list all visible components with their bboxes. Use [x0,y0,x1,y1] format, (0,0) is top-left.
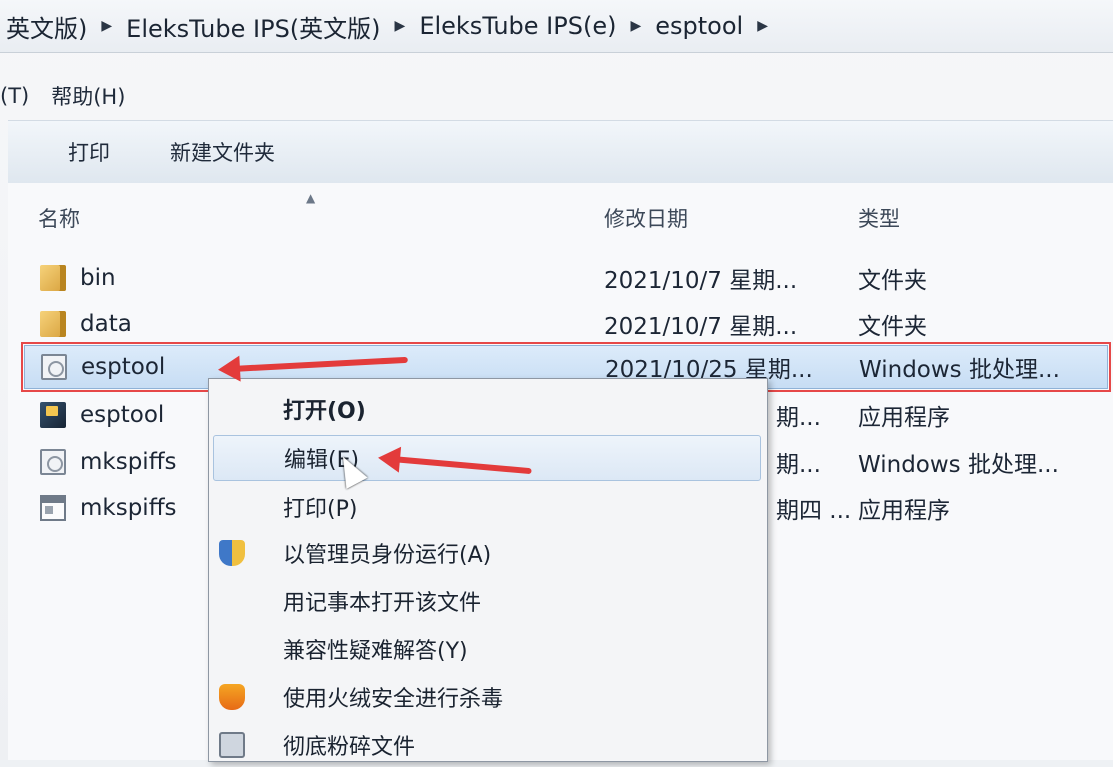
menu-tools[interactable]: (T) [0,84,51,108]
breadcrumb[interactable]: 英文版) ▶ EleksTube IPS(英文版) ▶ EleksTube IP… [0,0,1113,53]
new-folder-button[interactable]: 新建文件夹 [140,137,305,167]
context-print[interactable]: 打印(P) [209,485,765,529]
file-name: mkspiffs [80,495,177,521]
uac-shield-icon [219,540,245,566]
sort-ascending-icon: ▲ [306,191,316,205]
file-name: esptool [80,402,165,428]
column-header-type[interactable]: 类型 [858,203,900,233]
file-date: 期... [776,405,821,431]
context-item-label: 用记事本打开该文件 [283,591,482,616]
file-type: 文件夹 [858,314,927,340]
context-open[interactable]: 打开(O) [209,387,765,431]
context-shred[interactable]: 彻底粉碎文件 [209,723,765,767]
context-item-label: 打开(O) [283,399,366,424]
file-date: 期四 ... [776,498,852,524]
file-type: Windows 批处理... [859,357,1060,383]
context-item-label: 使用火绒安全进行杀毒 [283,687,504,712]
column-header-date[interactable]: 修改日期 [604,203,688,233]
context-menu: 打开(O) 编辑(E) 打印(P) 以管理员身份运行(A) 用记事本打开该文件 … [208,378,768,762]
chevron-right-icon[interactable]: ▶ [622,18,649,34]
file-row[interactable]: bin 2021/10/7 星期... 文件夹 [34,257,1113,299]
context-item-label: 打印(P) [283,497,358,522]
context-edit[interactable]: 编辑(E) [213,435,761,481]
file-row[interactable]: data 2021/10/7 星期... 文件夹 [34,303,1113,345]
folder-icon [40,311,66,337]
file-type: 应用程序 [858,498,950,524]
exe-icon [40,402,66,428]
command-toolbar: 打印 新建文件夹 [8,120,1113,184]
context-open-notepad[interactable]: 用记事本打开该文件 [209,579,765,623]
file-date: 2021/10/7 星期... [604,268,798,294]
menu-bar: (T) 帮助(H) [0,68,1113,124]
context-item-label: 兼容性疑难解答(Y) [283,639,468,664]
breadcrumb-item[interactable]: 英文版) [0,9,93,44]
context-huorong-scan[interactable]: 使用火绒安全进行杀毒 [209,675,765,719]
column-header-name[interactable]: 名称 [38,203,80,233]
chevron-right-icon[interactable]: ▶ [749,18,776,34]
chevron-right-icon[interactable]: ▶ [387,18,414,34]
breadcrumb-item[interactable]: esptool [649,12,749,40]
folder-icon [40,265,66,291]
print-button[interactable]: 打印 [8,137,140,167]
menu-help[interactable]: 帮助(H) [51,81,147,111]
file-type: Windows 批处理... [858,452,1059,478]
file-name: mkspiffs [80,449,177,475]
context-item-label: 以管理员身份运行(A) [283,543,492,568]
context-item-label: 彻底粉碎文件 [283,735,416,760]
file-type: 应用程序 [858,405,950,431]
breadcrumb-item[interactable]: EleksTube IPS(e) [413,12,622,40]
file-name: esptool [81,354,166,380]
batch-file-icon [41,354,67,380]
context-run-as-admin[interactable]: 以管理员身份运行(A) [209,531,765,575]
file-date: 期... [776,452,821,478]
file-name: bin [80,265,116,291]
shredder-icon [219,732,245,758]
context-compat-troubleshoot[interactable]: 兼容性疑难解答(Y) [209,627,765,671]
file-name: data [80,311,132,337]
batch-file-icon [40,449,66,475]
breadcrumb-item[interactable]: EleksTube IPS(英文版) [120,9,386,44]
file-type: 文件夹 [858,268,927,294]
chevron-right-icon[interactable]: ▶ [93,18,120,34]
huorong-icon [219,684,245,710]
explorer-window: 英文版) ▶ EleksTube IPS(英文版) ▶ EleksTube IP… [0,0,1113,762]
file-date: 2021/10/7 星期... [604,314,798,340]
application-icon [40,495,66,521]
